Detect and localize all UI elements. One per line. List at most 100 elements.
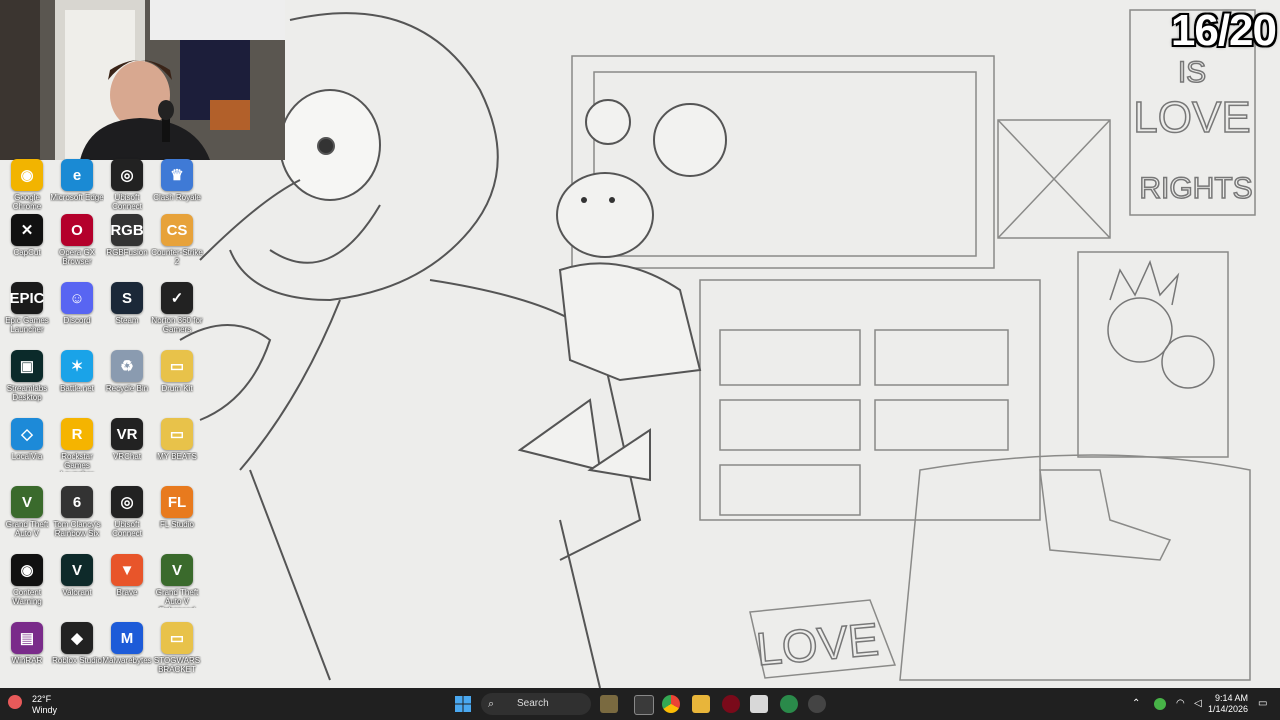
desktop-icon[interactable]: V Grand Theft Auto V [0,482,54,550]
desktop-icon-label: Drum Kit [161,384,193,393]
taskbar-search-box[interactable]: ⌕ Search [481,693,591,715]
desktop-icon[interactable]: ◇ LocalVia [0,414,54,482]
desktop-app-icon: ♻ [111,350,143,382]
desktop-icon-label: Brave [116,588,138,597]
desktop-icon[interactable]: ✶ Battle.net [50,346,104,414]
desktop-app-icon: ▭ [161,622,193,654]
desktop-icon-label: Steam [115,316,139,325]
desktop-app-icon: ♛ [161,159,193,191]
desktop-icon-label: RGBFusion [106,248,148,257]
desktop-icon[interactable]: ▼ Brave [100,550,154,618]
taskbar-app-icon[interactable] [600,695,618,713]
task-view-icon[interactable] [634,695,654,715]
desktop-icon[interactable]: VGrand Theft Auto V Enhanced [150,550,204,618]
desktop-icon[interactable]: ▤ WinRAR [0,618,54,686]
desktop-icon[interactable]: ▭ MY BEATS [150,414,204,482]
desktop-app-icon: ☺ [61,282,93,314]
desktop-icon[interactable]: FL FL Studio [150,482,204,550]
weather-temperature: 22°F [32,694,52,704]
app-taskbar-icon[interactable] [780,695,798,713]
desktop-icon[interactable]: CS Counter-Strike 2 [150,210,204,278]
desktop-app-icon: ▭ [161,350,193,382]
desktop-icon-label: MY BEATS [157,452,197,461]
poster-text-love: LOVE [1133,93,1250,142]
search-label: Search [517,698,549,709]
desktop-icon-label: Battle.net [60,384,94,393]
weather-icon [8,695,22,709]
desktop-app-icon: ▼ [111,554,143,586]
desktop-app-icon: ✓ [161,282,193,314]
desktop-app-icon: EPIC [10,282,45,314]
desktop-icon-label: Valorant [62,588,92,597]
desktop-icon[interactable]: ◉ Content Warning [0,550,54,618]
desktop-icon-label: Content Warning [12,588,42,606]
start-button[interactable] [455,696,471,712]
notification-icon[interactable]: ▭ [1258,698,1270,710]
chrome-taskbar-icon[interactable] [662,695,680,713]
desktop-icon[interactable]: ☺ Discord [50,278,104,346]
desktop-app-icon: ◎ [111,159,143,191]
store-taskbar-icon[interactable] [750,695,768,713]
desktop-app-icon: ◎ [111,486,143,518]
chevron-up-icon[interactable]: ⌃ [1132,698,1144,710]
desktop-icon[interactable]: ◆ Roblox Studio [50,618,104,686]
desktop-icon[interactable]: S Steam [100,278,154,346]
search-icon: ⌕ [488,698,495,710]
desktop-icon[interactable]: RGB RGBFusion [100,210,154,278]
desktop-app-icon: ◉ [11,159,43,191]
desktop-app-icon: VR [111,418,143,450]
progress-counter: 16/20 [1170,6,1277,55]
media-taskbar-icon[interactable] [808,695,826,713]
clock-date: 1/14/2026 [1207,704,1248,714]
desktop-app-icon: R [61,418,93,450]
desktop-icon-label: Malwarebytes [102,656,152,665]
desktop-app-icon: 6 [61,486,93,518]
desktop-app-icon: ▤ [11,622,43,654]
desktop-icon-label: VRChat [112,452,141,461]
desktop-app-icon: V [61,554,93,586]
desktop-icon[interactable]: VR VRChat [100,414,154,482]
desktop-icon-label: Rockstar Games Launcher [60,452,93,472]
desktop-app-icon: CS [161,214,193,246]
desktop-icon[interactable]: EPIC Epic Games Launcher [0,278,54,346]
desktop-app-icon: ✶ [61,350,93,382]
weather-description: Windy [32,705,58,715]
desktop-app-icon: S [111,282,143,314]
opera-gx-taskbar-icon[interactable] [722,695,740,713]
desktop-icon[interactable]: ✓ Norton 360 for Gamers [150,278,204,346]
desktop-icon[interactable]: O Opera GX Browser [50,210,104,278]
desktop-app-icon: ▭ [161,418,193,450]
webcam-feed [0,0,285,160]
poster-text-rights: RIGHTS [1139,172,1252,205]
desktop-icon[interactable]: ▭ Drum Kit [150,346,204,414]
desktop-app-icon: ◉ [11,554,43,586]
microphone-icon[interactable] [1154,698,1166,710]
desktop-icon[interactable]: V Valorant [50,550,104,618]
desktop-icon[interactable]: ✕ CapCut [0,210,54,278]
desktop-app-icon: ◇ [11,418,43,450]
wifi-icon[interactable]: ◠ [1176,698,1188,710]
desktop-icon[interactable]: 6 Tom Clancy's Rainbow Six [50,482,104,550]
desktop-app-icon: V [11,486,43,518]
desktop-app-icon: ◆ [61,622,93,654]
desktop-app-icon: RGB [110,214,144,246]
taskbar-clock[interactable]: 9:14 AM 1/14/2026 [1190,693,1248,715]
desktop-icon[interactable]: ▭ STOGWARS BRACKET [150,618,204,686]
webcam-overlay [0,0,285,160]
desktop-icon-label: Streamlabs Desktop [6,384,48,402]
desktop-icon-label: Recycle Bin [105,384,149,393]
desktop-icon[interactable]: ♻ Recycle Bin [100,346,154,414]
desktop-icon[interactable]: M Malwarebytes [100,618,154,686]
desktop-app-icon: ✕ [11,214,43,246]
desktop-icon-label: Counter-Strike 2 [151,248,203,266]
desktop-icon-label: Roblox Studio [52,656,102,665]
desktop-icon[interactable]: ◎ Ubisoft Connect [100,482,154,550]
desktop-icon[interactable]: ▣ Streamlabs Desktop [0,346,54,414]
floor-sign-text: LOVE [754,613,881,675]
desktop-icon-label: Norton 360 for Gamers [151,316,203,334]
desktop-icon-label: Ubisoft Connect [112,520,142,538]
desktop-app-icon: V [161,554,193,586]
desktop-icon-label: Grand Theft Auto V Enhanced [155,588,199,608]
desktop-icon[interactable]: RRockstar Games Launcher [50,414,104,482]
file-explorer-icon[interactable] [692,695,710,713]
